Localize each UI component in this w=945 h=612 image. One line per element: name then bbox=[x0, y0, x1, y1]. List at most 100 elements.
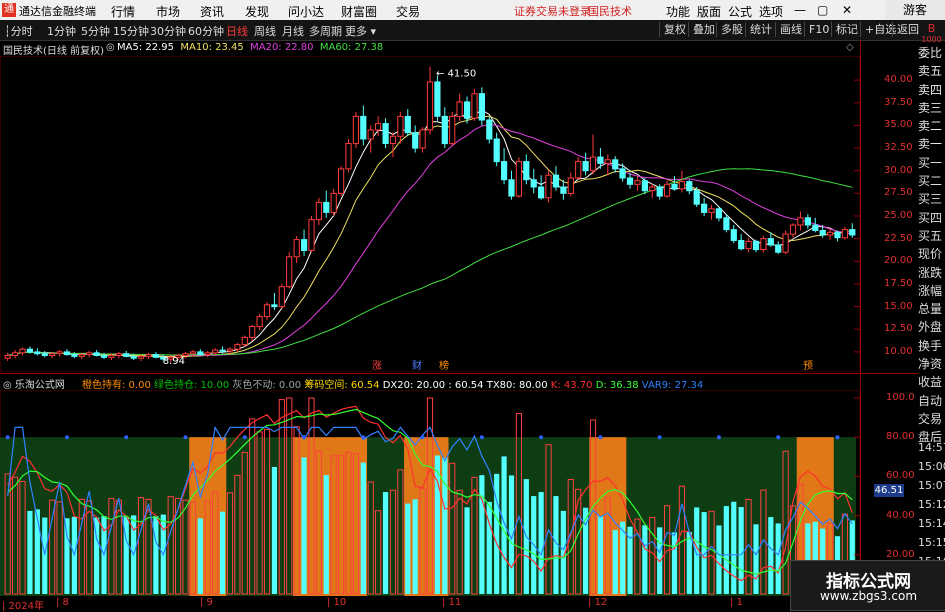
mark-button[interactable]: 标记 bbox=[831, 22, 858, 37]
side-item[interactable]: 现价 bbox=[918, 245, 945, 263]
menu-market[interactable]: 市场 bbox=[156, 3, 180, 20]
period-tab-1min[interactable]: 1分钟 bbox=[47, 23, 76, 39]
side-item[interactable]: 净资 bbox=[918, 355, 945, 373]
side-item[interactable]: 卖三 bbox=[918, 99, 945, 117]
menu-discover[interactable]: 发现 bbox=[245, 3, 269, 20]
adjust-button[interactable]: 复权 bbox=[659, 22, 686, 37]
multi-stock-button[interactable]: 多股 bbox=[716, 22, 743, 37]
menu-options[interactable]: 选项 bbox=[759, 3, 783, 20]
candle-body bbox=[456, 101, 463, 117]
candle bbox=[115, 351, 122, 359]
hist-bar-cyan bbox=[42, 517, 48, 594]
indicator-chart[interactable] bbox=[0, 390, 860, 596]
candle bbox=[552, 166, 560, 191]
side-item[interactable]: 总量 bbox=[918, 300, 945, 318]
candle bbox=[301, 229, 308, 256]
side-item[interactable]: 换手 bbox=[918, 337, 945, 355]
login-warning[interactable]: 证券交易未登录 bbox=[514, 3, 591, 19]
hist-bar-cyan bbox=[197, 518, 203, 594]
candle bbox=[678, 170, 685, 193]
period-tab-15min[interactable]: 15分钟 bbox=[113, 23, 149, 39]
guest-button[interactable]: 游客 bbox=[885, 0, 945, 20]
period-tab-monthly[interactable]: 月线 bbox=[282, 23, 304, 39]
side-item[interactable]: 买三 bbox=[918, 190, 945, 208]
candle bbox=[486, 116, 493, 144]
menu-trade[interactable]: 交易 bbox=[396, 3, 420, 20]
side-item[interactable]: 外盘 bbox=[918, 318, 945, 336]
side-item[interactable]: 自动 bbox=[918, 392, 945, 410]
side-item[interactable]: 买五 bbox=[918, 227, 945, 245]
candle bbox=[367, 125, 374, 153]
side-item[interactable]: 委比 bbox=[918, 44, 945, 62]
candle bbox=[827, 228, 834, 240]
hist-bar-cyan bbox=[301, 457, 307, 594]
candle-body bbox=[49, 353, 56, 357]
candle bbox=[567, 172, 574, 197]
close-icon[interactable]: ✕ bbox=[842, 3, 852, 17]
candle-body bbox=[293, 239, 300, 258]
menu-news[interactable]: 资讯 bbox=[200, 3, 224, 20]
side-item[interactable]: 涨跌 bbox=[918, 264, 945, 282]
draw-button[interactable]: 画线 bbox=[775, 22, 802, 37]
indicator-tick-label: 20.00 bbox=[886, 548, 915, 560]
menu-layout[interactable]: 版面 bbox=[697, 3, 721, 20]
marker-forecast[interactable]: 预 bbox=[797, 361, 819, 373]
marker-finance[interactable]: 财 bbox=[406, 361, 428, 373]
period-tab-5min[interactable]: 5分钟 bbox=[81, 23, 110, 39]
price-tick-label: 30.00 bbox=[884, 164, 913, 176]
price-chart[interactable]: ← 41.50 8.94 bbox=[0, 56, 860, 372]
candle bbox=[152, 351, 160, 359]
side-item[interactable]: 交易 bbox=[918, 410, 945, 428]
period-tab-daily[interactable]: 日线 bbox=[226, 23, 248, 39]
add-watchlist-button[interactable]: +自选 bbox=[860, 22, 896, 37]
menu-wealth-circle[interactable]: 财富圈 bbox=[341, 3, 377, 20]
candle bbox=[449, 111, 456, 146]
back-button[interactable]: 返回 bbox=[892, 22, 919, 37]
menu-function[interactable]: 功能 bbox=[666, 3, 690, 20]
side-item[interactable]: 涨幅 bbox=[918, 282, 945, 300]
overlay-button[interactable]: 叠加 bbox=[688, 22, 715, 37]
period-tab-weekly[interactable]: 周线 bbox=[254, 23, 276, 39]
side-item[interactable]: 买四 bbox=[918, 209, 945, 227]
ma20-line bbox=[7, 123, 853, 356]
period-tab-more[interactable]: 更多 ▾ bbox=[345, 23, 376, 39]
period-tab-30min[interactable]: 30分钟 bbox=[150, 23, 186, 39]
hist-bar-cyan bbox=[271, 466, 278, 594]
period-tab-intraday[interactable]: ┆分时 bbox=[4, 23, 33, 39]
menu-assistant[interactable]: 问小达 bbox=[288, 3, 324, 20]
minimize-icon[interactable]: — bbox=[794, 3, 806, 17]
diamond-icon[interactable]: ◇ bbox=[846, 42, 854, 53]
candle-body bbox=[597, 156, 604, 164]
side-item[interactable]: 卖二 bbox=[918, 117, 945, 135]
candle bbox=[123, 350, 130, 358]
candle bbox=[804, 214, 811, 229]
hist-bar-cyan bbox=[768, 517, 774, 594]
menu-formula[interactable]: 公式 bbox=[728, 3, 752, 20]
candle bbox=[397, 111, 404, 144]
hist-bar-cyan bbox=[612, 530, 618, 594]
period-tab-multi[interactable]: 多周期 bbox=[309, 23, 342, 39]
indicator-name: ◎ 乐淘公式网 bbox=[3, 380, 65, 391]
candle-body bbox=[589, 156, 597, 172]
side-item[interactable]: 买一 bbox=[918, 154, 945, 172]
candle bbox=[478, 87, 485, 126]
side-item[interactable]: 卖五 bbox=[918, 62, 945, 80]
maximize-icon[interactable]: ▢ bbox=[817, 3, 828, 17]
period-tab-60min[interactable]: 60分钟 bbox=[188, 23, 224, 39]
candle-body bbox=[530, 179, 537, 188]
side-item[interactable]: 买二 bbox=[918, 172, 945, 190]
marker-rank[interactable]: 榜 bbox=[433, 361, 455, 373]
side-item[interactable]: 卖四 bbox=[918, 81, 945, 99]
f10-button[interactable]: F10 bbox=[804, 22, 829, 37]
marker-rise[interactable]: 涨 bbox=[366, 361, 388, 373]
settings-icon[interactable]: ◎ bbox=[106, 42, 115, 53]
menu-quotes[interactable]: 行情 bbox=[111, 3, 135, 20]
candle-body bbox=[552, 174, 560, 188]
side-item[interactable]: 收益 bbox=[918, 373, 945, 391]
side-item[interactable]: 卖一 bbox=[918, 135, 945, 153]
candle bbox=[686, 179, 693, 195]
candle-body bbox=[412, 132, 419, 149]
candle-body bbox=[738, 240, 745, 250]
stats-button[interactable]: 统计 bbox=[745, 22, 772, 37]
candle-body bbox=[286, 256, 293, 288]
